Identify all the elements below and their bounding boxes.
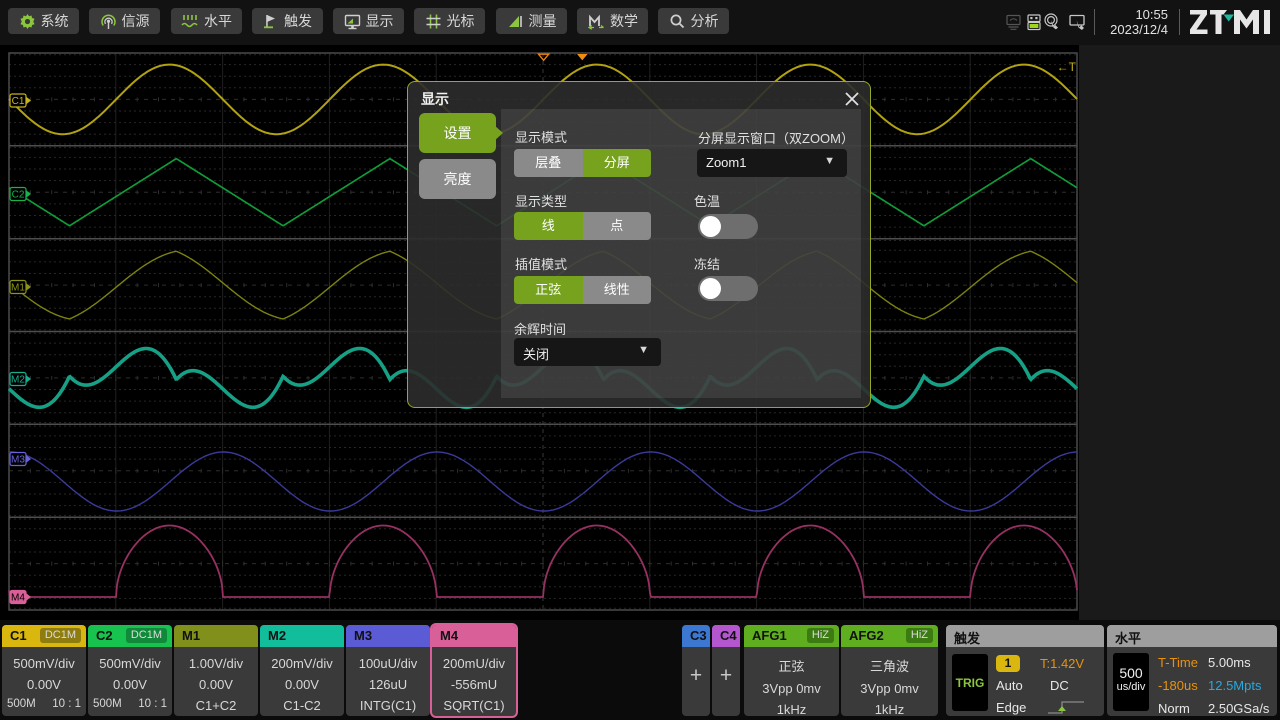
svg-text:C1: C1 (12, 96, 25, 107)
svg-text:M4: M4 (11, 593, 25, 604)
svg-text:M2: M2 (11, 375, 25, 386)
svg-text:←T: ←T (1057, 60, 1077, 74)
svg-text:M1: M1 (11, 283, 25, 294)
svg-text:C2: C2 (12, 190, 25, 201)
svg-text:M3: M3 (11, 455, 25, 466)
